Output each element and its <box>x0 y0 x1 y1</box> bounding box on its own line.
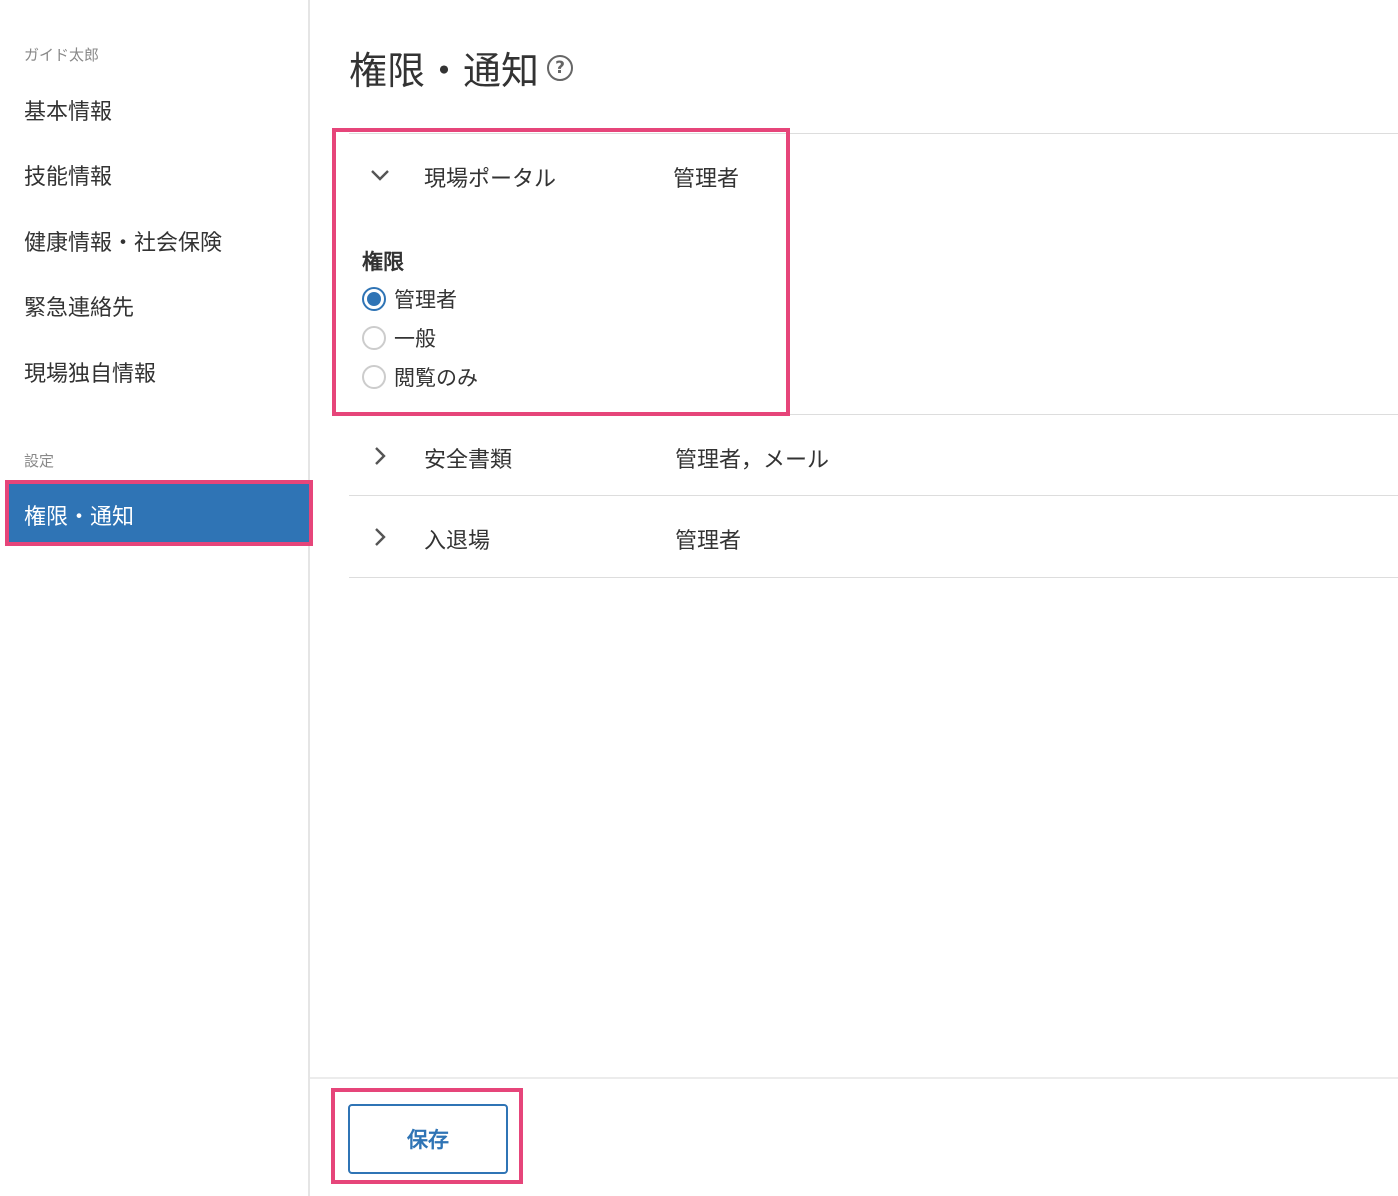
settings-caption: 設定 <box>24 452 55 470</box>
page-title: 権限・通知 <box>349 49 540 93</box>
sidebar-item-permissions-notifications[interactable]: 権限・通知 <box>5 480 313 546</box>
sidebar-item-health-insurance[interactable]: 健康情報・社会保険 <box>24 225 222 257</box>
chevron-down-icon[interactable] <box>370 165 390 185</box>
radio-label: 管理者 <box>394 288 457 312</box>
radio-label: 閲覧のみ <box>394 366 478 390</box>
permission-label: 権限 <box>362 250 404 274</box>
chevron-right-icon[interactable] <box>370 527 390 547</box>
radio-label: 一般 <box>394 327 436 351</box>
radio-option-view-only[interactable]: 閲覧のみ <box>362 362 478 392</box>
section-name-safety-documents[interactable]: 安全書類 <box>424 442 512 474</box>
section-value-safety-documents: 管理者，メール <box>675 448 830 473</box>
user-name-caption: ガイド太郎 <box>24 46 100 64</box>
radio-option-admin[interactable]: 管理者 <box>362 284 457 314</box>
radio-option-general[interactable]: 一般 <box>362 323 436 353</box>
section-name-site-portal[interactable]: 現場ポータル <box>424 161 556 193</box>
sidebar-item-site-info[interactable]: 現場独自情報 <box>24 356 156 388</box>
section-value-site-portal: 管理者 <box>673 167 740 192</box>
question-circle-icon[interactable]: ? <box>547 54 574 81</box>
radio-button-checked[interactable] <box>362 287 386 311</box>
sidebar-item-label: 権限・通知 <box>24 505 135 530</box>
sidebar-item-skill-info[interactable]: 技能情報 <box>24 159 112 191</box>
chevron-right-icon[interactable] <box>370 446 390 466</box>
page-title-row: 権限・通知 ? <box>349 40 574 95</box>
radio-button[interactable] <box>362 326 386 350</box>
radio-button[interactable] <box>362 365 386 389</box>
divider <box>349 495 1398 496</box>
section-name-entry-exit[interactable]: 入退場 <box>424 523 490 555</box>
sidebar-item-basic-info[interactable]: 基本情報 <box>24 94 112 126</box>
section-value-entry-exit: 管理者 <box>675 529 742 554</box>
footer-divider <box>310 1077 1398 1079</box>
divider <box>349 577 1398 578</box>
sidebar: ガイド太郎 基本情報 技能情報 健康情報・社会保険 緊急連絡先 現場独自情報 設… <box>0 0 310 1196</box>
save-button[interactable]: 保存 <box>348 1104 508 1174</box>
sidebar-item-emergency-contact[interactable]: 緊急連絡先 <box>24 290 134 322</box>
